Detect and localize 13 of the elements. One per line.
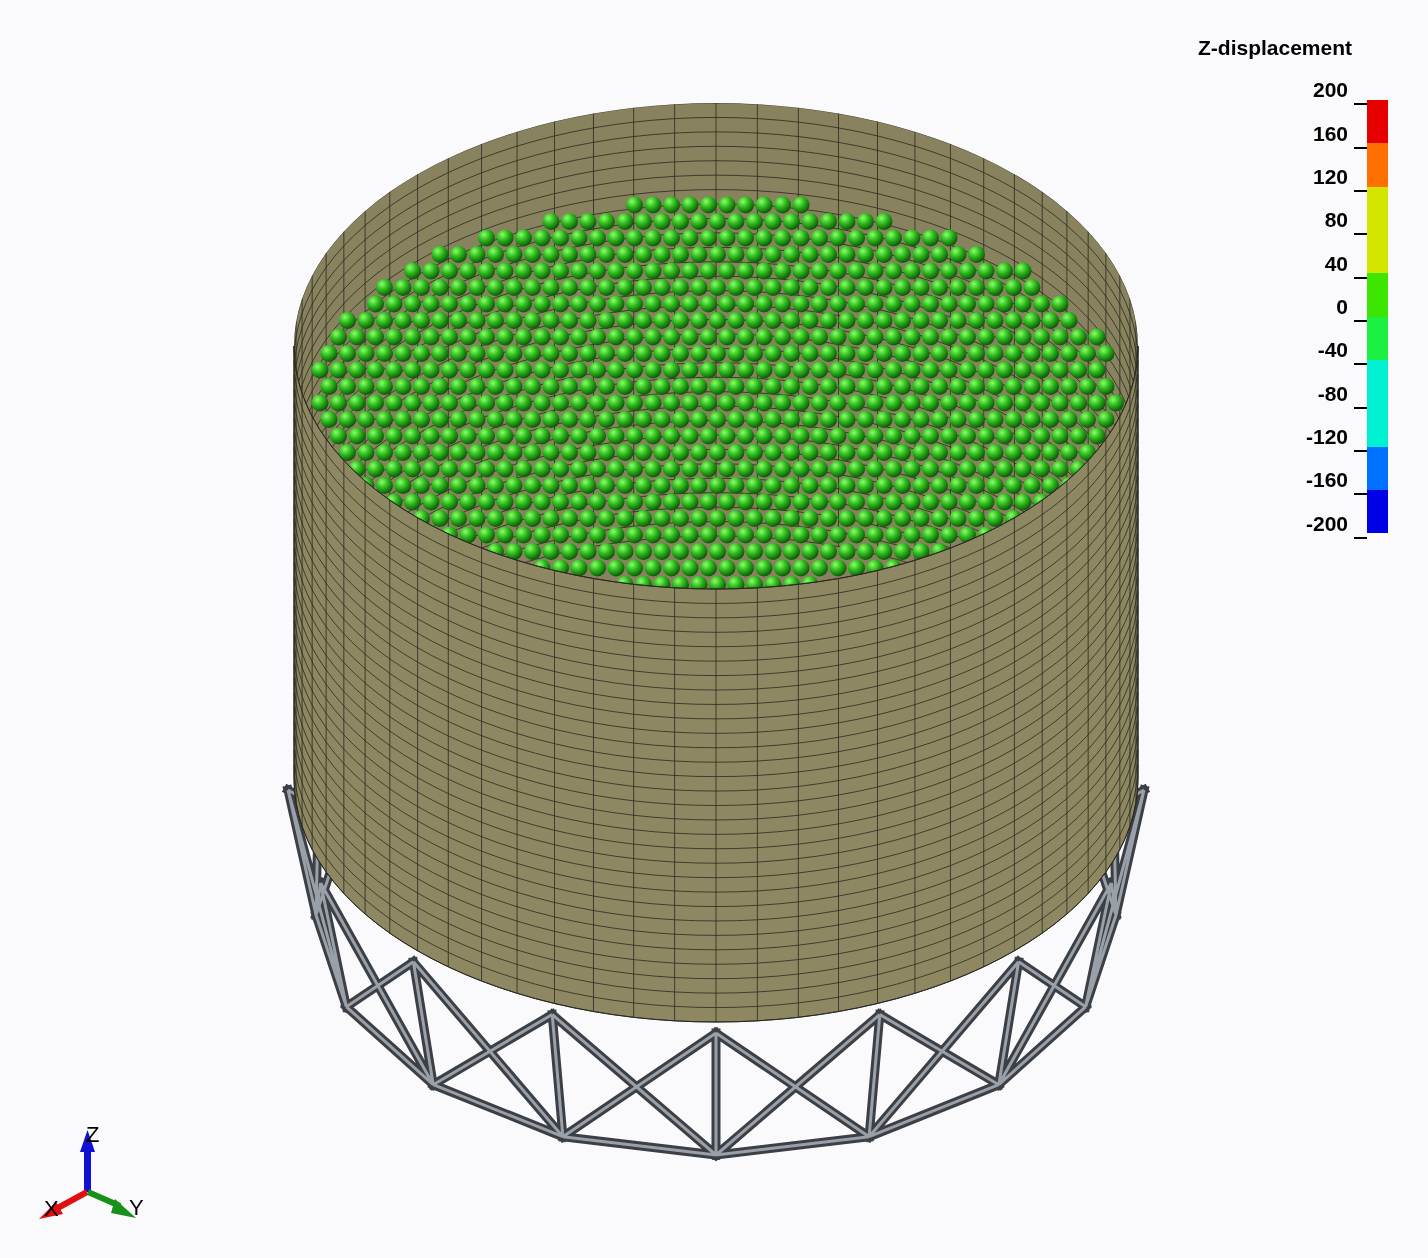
legend-value: -80 <box>1317 381 1348 406</box>
axis-label: Y <box>129 1195 144 1220</box>
legend-value: -40 <box>1317 338 1348 363</box>
legend-value: 40 <box>1324 251 1348 276</box>
legend-value: -160 <box>1305 468 1348 493</box>
legend-value: 0 <box>1336 294 1348 319</box>
legend-value: 200 <box>1312 78 1348 103</box>
legend-title: Z-displacement <box>1198 35 1354 61</box>
legend-value: -120 <box>1305 424 1348 449</box>
legend-value: 120 <box>1312 165 1348 189</box>
legend-value: 80 <box>1324 208 1348 233</box>
legend-value: 160 <box>1312 121 1348 146</box>
legend-value: -200 <box>1305 511 1348 536</box>
